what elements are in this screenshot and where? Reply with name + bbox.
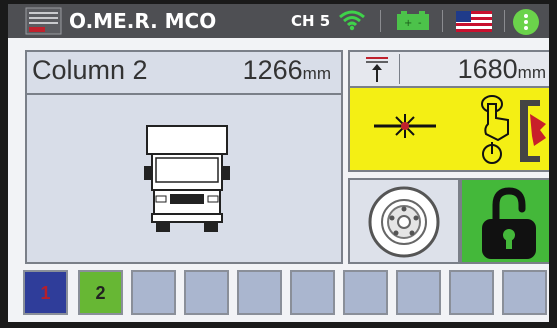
channel-label: CH 5 <box>291 12 331 30</box>
omer-logo-icon <box>25 7 62 35</box>
more-vertical-icon <box>524 20 528 24</box>
svg-text:-: - <box>418 18 422 29</box>
column-button-1[interactable]: 1 <box>23 270 68 315</box>
svg-text:+: + <box>404 18 412 29</box>
column-button-empty[interactable] <box>184 270 229 315</box>
column-height-panel[interactable]: Column 2 1266mm <box>25 50 343 264</box>
max-height-icon <box>366 54 400 84</box>
wheel-icon <box>368 186 440 258</box>
column-button-empty[interactable] <box>290 270 335 315</box>
menu-button[interactable] <box>513 9 539 35</box>
wifi-icon <box>339 10 365 31</box>
column-height-value: 1266 <box>242 55 303 85</box>
max-height-panel[interactable]: 1680mm <box>348 50 549 88</box>
header-separator <box>380 10 381 32</box>
max-height-value: 1680 <box>457 54 518 84</box>
laser-panel[interactable] <box>348 86 549 172</box>
column-button-empty[interactable] <box>396 270 441 315</box>
battery-icon: + - <box>397 11 429 30</box>
laser-level-icon <box>374 114 436 138</box>
unlock-padlock-icon <box>482 187 536 259</box>
wheel-panel[interactable] <box>348 178 460 264</box>
column-button-empty[interactable] <box>237 270 282 315</box>
brand-title: O.ME.R. MCO <box>69 9 217 33</box>
column-height-unit: mm <box>302 64 331 83</box>
column-button-empty[interactable] <box>502 270 547 315</box>
column-title: Column 2 <box>32 55 148 85</box>
more-vertical-icon <box>524 14 528 18</box>
more-vertical-icon <box>524 26 528 30</box>
max-height-readout: 1680mm <box>458 54 546 85</box>
us-flag-icon[interactable] <box>456 11 492 32</box>
header-separator <box>504 10 505 32</box>
column-button-empty[interactable] <box>131 270 176 315</box>
lift-control-screen: O.ME.R. MCO CH 5 + - Column 2 1266mm 168… <box>8 4 549 322</box>
top-bar: O.ME.R. MCO CH 5 + - <box>8 4 549 38</box>
column-button-empty[interactable] <box>449 270 494 315</box>
panel-divider <box>27 93 341 95</box>
max-height-unit: mm <box>517 63 546 82</box>
truck-front-icon <box>144 125 230 232</box>
press-to-raise-icon[interactable] <box>474 94 549 168</box>
column-height-readout: 1266mm <box>243 55 331 86</box>
lock-panel[interactable] <box>460 178 549 264</box>
header-separator <box>442 10 443 32</box>
column-button-empty[interactable] <box>343 270 388 315</box>
column-button-2[interactable]: 2 <box>78 270 123 315</box>
column-selector: 1 2 <box>23 270 549 316</box>
